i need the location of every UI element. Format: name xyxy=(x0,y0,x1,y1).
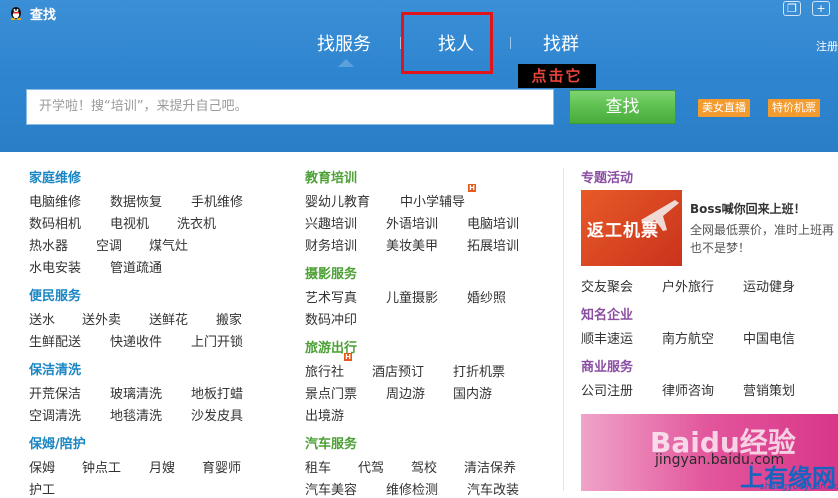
link[interactable]: 上门开锁 xyxy=(191,331,243,350)
link[interactable]: 美妆美甲 xyxy=(386,235,438,254)
link[interactable]: 空调 xyxy=(96,235,122,254)
link[interactable]: 沙发皮具 xyxy=(191,405,243,424)
column-divider xyxy=(563,168,564,491)
link[interactable]: 汽车改装 xyxy=(467,479,519,498)
window-title: 查找 xyxy=(30,8,57,23)
link[interactable]: 月嫂 xyxy=(149,457,175,476)
link[interactable]: 婴幼儿教育 xyxy=(305,191,370,210)
link[interactable]: 水电安装 xyxy=(29,257,81,276)
link[interactable]: 钟点工 xyxy=(82,457,121,476)
link[interactable]: 搬家 xyxy=(216,309,242,328)
search-input[interactable]: 开学啦！搜“培训”，来提升自己吧。 xyxy=(26,89,554,125)
promo-card[interactable]: 返工机票 Boss喊你回来上班！ 全网最低票价，准时上班再也不是梦！ xyxy=(581,190,838,268)
link[interactable]: 育婴师 xyxy=(202,457,241,476)
link[interactable]: 清洁保养 xyxy=(464,457,516,476)
link[interactable]: 南方航空 xyxy=(662,328,714,347)
tab-divider xyxy=(510,37,511,49)
link[interactable]: 代驾 xyxy=(358,457,384,476)
link[interactable]: 中小学辅导 xyxy=(400,191,465,210)
link[interactable]: 玻璃清洗 xyxy=(110,383,162,402)
promo-image[interactable]: 返工机票 xyxy=(581,190,682,266)
link[interactable]: 手机维修 xyxy=(191,191,243,210)
section-photography[interactable]: 摄影服务 xyxy=(305,263,357,282)
link[interactable]: 电脑维修 xyxy=(29,191,81,210)
link[interactable]: 驾校 xyxy=(411,457,437,476)
hot-tag-live[interactable]: 美女直播 xyxy=(698,99,750,117)
link[interactable]: 律师咨询 xyxy=(662,380,714,399)
add-icon[interactable]: + xyxy=(812,1,830,16)
hot-tag-flight[interactable]: 特价机票 xyxy=(768,99,820,117)
header-bar: 查找 ❐ + 找服务 找人 找群 注册 点击它 开学啦！搜“培训”，来提升自己吧… xyxy=(0,0,838,152)
link[interactable]: 送鲜花 xyxy=(149,309,188,328)
link[interactable]: 打折机票 xyxy=(453,361,505,380)
link[interactable]: 运动健身 xyxy=(743,276,795,295)
section-cleaning[interactable]: 保洁清洗 xyxy=(29,359,81,378)
link[interactable]: 公司注册 xyxy=(581,380,633,399)
hot-badge: H xyxy=(344,353,352,361)
link[interactable]: 送外卖 xyxy=(82,309,121,328)
link[interactable]: 维修检测 xyxy=(386,479,438,498)
promo-desc: 全网最低票价，准时上班再也不是梦！ xyxy=(690,223,835,255)
link[interactable]: 开荒保洁 xyxy=(29,383,81,402)
link[interactable]: 交友聚会 xyxy=(581,276,633,295)
link[interactable]: 空调清洗 xyxy=(29,405,81,424)
link[interactable]: 生鲜配送 xyxy=(29,331,81,350)
link[interactable]: 旅行社 xyxy=(305,361,344,380)
link[interactable]: 数码相机 xyxy=(29,213,81,232)
link[interactable]: 数码冲印 xyxy=(305,309,357,328)
section-home-repair[interactable]: 家庭维修 xyxy=(29,167,81,186)
link[interactable]: 兴趣培训 xyxy=(305,213,357,232)
link[interactable]: 汽车美容 xyxy=(305,479,357,498)
promo-title[interactable]: Boss喊你回来上班！ xyxy=(690,200,806,217)
link[interactable]: 营销策划 xyxy=(743,380,795,399)
link[interactable]: 护工 xyxy=(29,479,55,498)
link[interactable]: 景点门票 xyxy=(305,383,357,402)
link[interactable]: 儿童摄影 xyxy=(386,287,438,306)
link[interactable]: 地毯清洗 xyxy=(110,405,162,424)
qq-penguin-icon xyxy=(10,7,22,20)
link[interactable]: 婚纱照 xyxy=(467,287,506,306)
link[interactable]: 外语培训 xyxy=(386,213,438,232)
search-button[interactable]: 查找 xyxy=(569,90,676,124)
section-famous-companies[interactable]: 知名企业 xyxy=(581,304,633,323)
section-convenience[interactable]: 便民服务 xyxy=(29,285,81,304)
link[interactable]: 煤气灶 xyxy=(149,235,188,254)
link[interactable]: 国内游 xyxy=(453,383,492,402)
tab-find-group[interactable]: 找群 xyxy=(543,30,579,56)
chat-icon[interactable]: ❐ xyxy=(783,1,801,16)
section-special-activities[interactable]: 专题活动 xyxy=(581,167,633,186)
link[interactable]: 电脑培训 xyxy=(467,213,519,232)
link[interactable]: 租车 xyxy=(305,457,331,476)
link[interactable]: 拓展培训 xyxy=(467,235,519,254)
link[interactable]: 户外旅行 xyxy=(662,276,714,295)
section-car-service[interactable]: 汽车服务 xyxy=(305,433,357,452)
section-nanny[interactable]: 保姆/陪护 xyxy=(29,433,86,452)
link[interactable]: 财务培训 xyxy=(305,235,357,254)
link[interactable]: 出境游 xyxy=(305,405,344,424)
link[interactable]: 地板打蜡 xyxy=(191,383,243,402)
active-tab-pointer xyxy=(338,59,354,67)
link[interactable]: 管道疏通 xyxy=(110,257,162,276)
link[interactable]: 艺术写真 xyxy=(305,287,357,306)
link[interactable]: 酒店预订 xyxy=(372,361,424,380)
link[interactable]: 周边游 xyxy=(386,383,425,402)
section-business[interactable]: 商业服务 xyxy=(581,356,633,375)
highlight-box xyxy=(401,12,493,74)
promo-image-text: 返工机票 xyxy=(587,221,659,241)
tab-find-service[interactable]: 找服务 xyxy=(317,30,371,56)
link[interactable]: 热水器 xyxy=(29,235,68,254)
link[interactable]: 快递收件 xyxy=(110,331,162,350)
register-link[interactable]: 注册 xyxy=(816,38,838,54)
link[interactable]: 数据恢复 xyxy=(110,191,162,210)
click-callout: 点击它 xyxy=(518,64,596,88)
link[interactable]: 洗衣机 xyxy=(177,213,216,232)
hot-badge: H xyxy=(468,184,476,192)
link[interactable]: 顺丰速运 xyxy=(581,328,633,347)
section-education[interactable]: 教育培训 xyxy=(305,167,357,186)
link[interactable]: 送水 xyxy=(29,309,55,328)
link[interactable]: 中国电信 xyxy=(743,328,795,347)
link[interactable]: 电视机 xyxy=(110,213,149,232)
link[interactable]: 保姆 xyxy=(29,457,55,476)
